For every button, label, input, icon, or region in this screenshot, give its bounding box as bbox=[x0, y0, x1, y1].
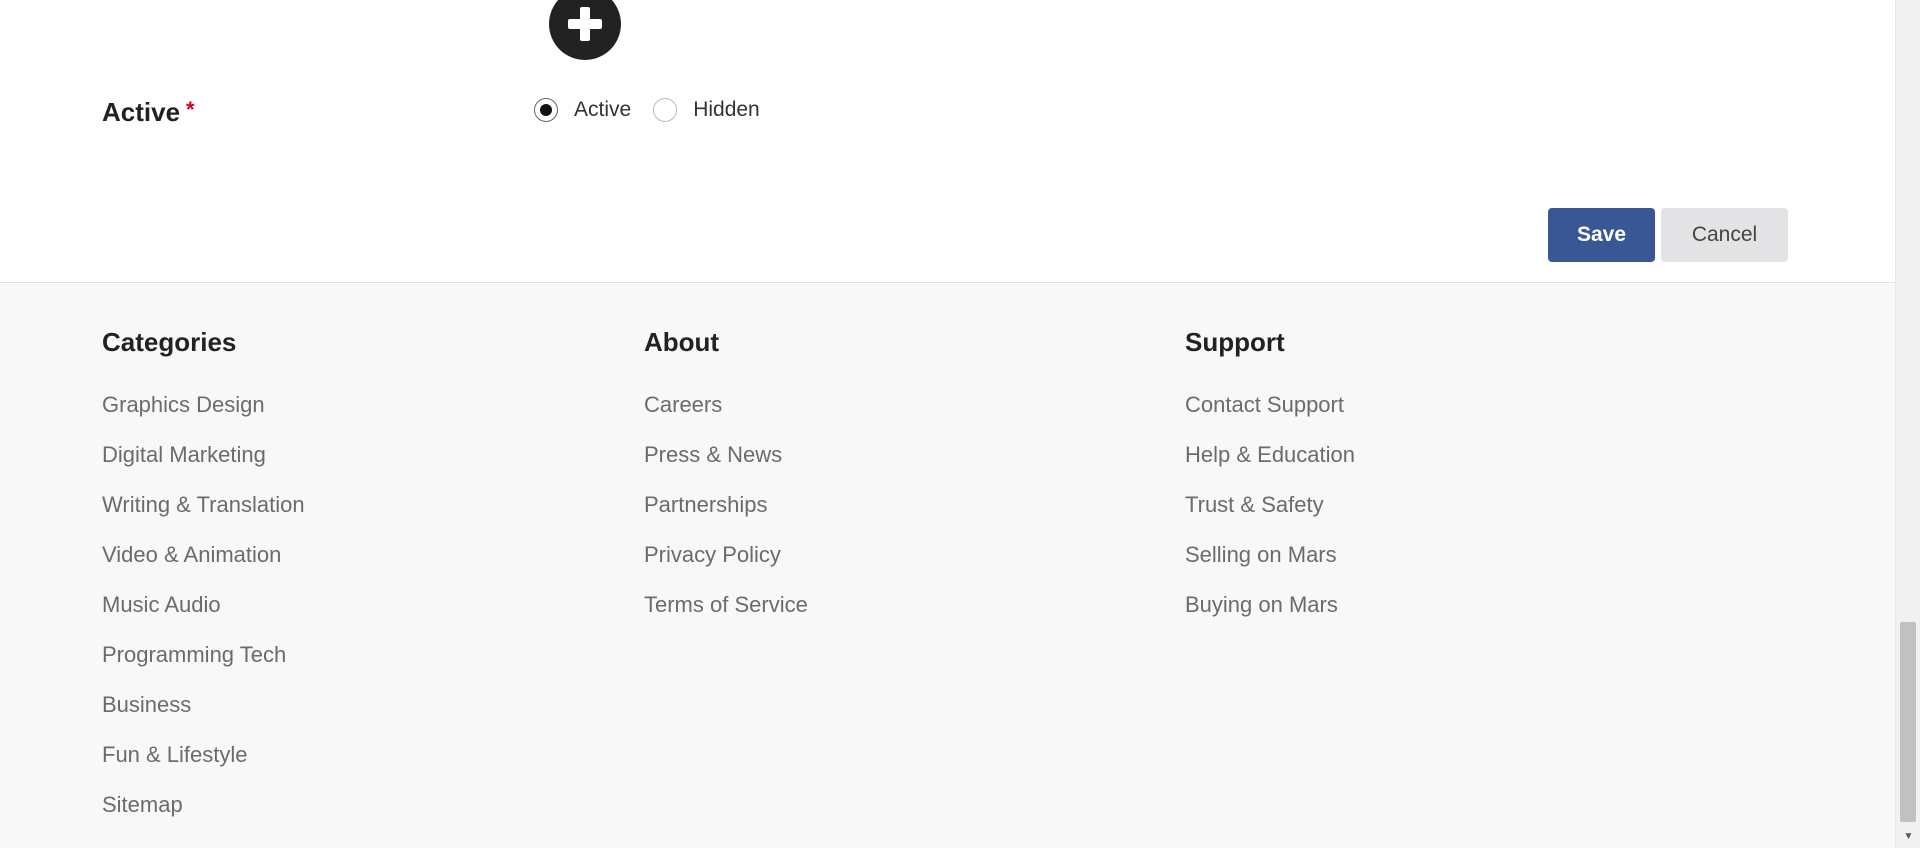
footer-link[interactable]: Sitemap bbox=[102, 788, 305, 838]
cancel-button[interactable]: Cancel bbox=[1661, 208, 1788, 262]
footer-link[interactable]: Partnerships bbox=[644, 488, 808, 538]
footer: Categories Graphics Design Digital Marke… bbox=[0, 284, 1895, 848]
footer-link[interactable]: Help & Education bbox=[1185, 438, 1355, 488]
footer-link[interactable]: Video & Animation bbox=[102, 538, 305, 588]
save-button[interactable]: Save bbox=[1548, 208, 1655, 262]
active-label-text: Active bbox=[102, 97, 181, 127]
footer-column-categories: Categories Graphics Design Digital Marke… bbox=[102, 324, 305, 838]
add-button[interactable] bbox=[549, 0, 621, 60]
active-radio-group: Active Hidden bbox=[534, 98, 782, 122]
footer-link[interactable]: Music Audio bbox=[102, 588, 305, 638]
vertical-scrollbar[interactable]: ▼ bbox=[1895, 0, 1920, 848]
footer-links-categories: Graphics Design Digital Marketing Writin… bbox=[102, 388, 305, 838]
footer-link[interactable]: Press & News bbox=[644, 438, 808, 488]
footer-link[interactable]: Fun & Lifestyle bbox=[102, 738, 305, 788]
footer-links-about: Careers Press & News Partnerships Privac… bbox=[644, 388, 808, 638]
plus-icon bbox=[568, 7, 602, 41]
active-field-label: Active * bbox=[102, 97, 195, 128]
footer-link[interactable]: Writing & Translation bbox=[102, 488, 305, 538]
required-mark: * bbox=[186, 97, 195, 122]
radio-option-hidden[interactable]: Hidden bbox=[653, 98, 760, 122]
radio-label-hidden[interactable]: Hidden bbox=[693, 98, 760, 122]
scrollbar-thumb[interactable] bbox=[1900, 622, 1916, 822]
footer-link[interactable]: Selling on Mars bbox=[1185, 538, 1355, 588]
footer-link[interactable]: Digital Marketing bbox=[102, 438, 305, 488]
radio-button-active[interactable] bbox=[534, 98, 558, 122]
footer-link[interactable]: Business bbox=[102, 688, 305, 738]
footer-links-support: Contact Support Help & Education Trust &… bbox=[1185, 388, 1355, 638]
footer-heading-support: Support bbox=[1185, 327, 1285, 357]
scroll-down-arrow-icon[interactable]: ▼ bbox=[1896, 826, 1920, 846]
footer-link[interactable]: Terms of Service bbox=[644, 588, 808, 638]
footer-column-about: About Careers Press & News Partnerships … bbox=[644, 324, 808, 638]
footer-column-support: Support Contact Support Help & Education… bbox=[1185, 324, 1355, 638]
radio-label-active[interactable]: Active bbox=[574, 98, 631, 122]
footer-link[interactable]: Programming Tech bbox=[102, 638, 305, 688]
form-section: Active * Active Hidden Save Cancel bbox=[0, 0, 1895, 283]
footer-link[interactable]: Careers bbox=[644, 388, 808, 438]
radio-option-active[interactable]: Active bbox=[534, 98, 631, 122]
radio-selected-dot bbox=[540, 104, 552, 116]
footer-link[interactable]: Contact Support bbox=[1185, 388, 1355, 438]
footer-link[interactable]: Privacy Policy bbox=[644, 538, 808, 588]
footer-heading-categories: Categories bbox=[102, 327, 237, 357]
radio-button-hidden[interactable] bbox=[653, 98, 678, 122]
footer-link[interactable]: Buying on Mars bbox=[1185, 588, 1355, 638]
footer-link[interactable]: Graphics Design bbox=[102, 388, 305, 438]
page: Active * Active Hidden Save Cancel Catego… bbox=[0, 0, 1895, 848]
footer-link[interactable]: Trust & Safety bbox=[1185, 488, 1355, 538]
footer-heading-about: About bbox=[644, 327, 720, 357]
